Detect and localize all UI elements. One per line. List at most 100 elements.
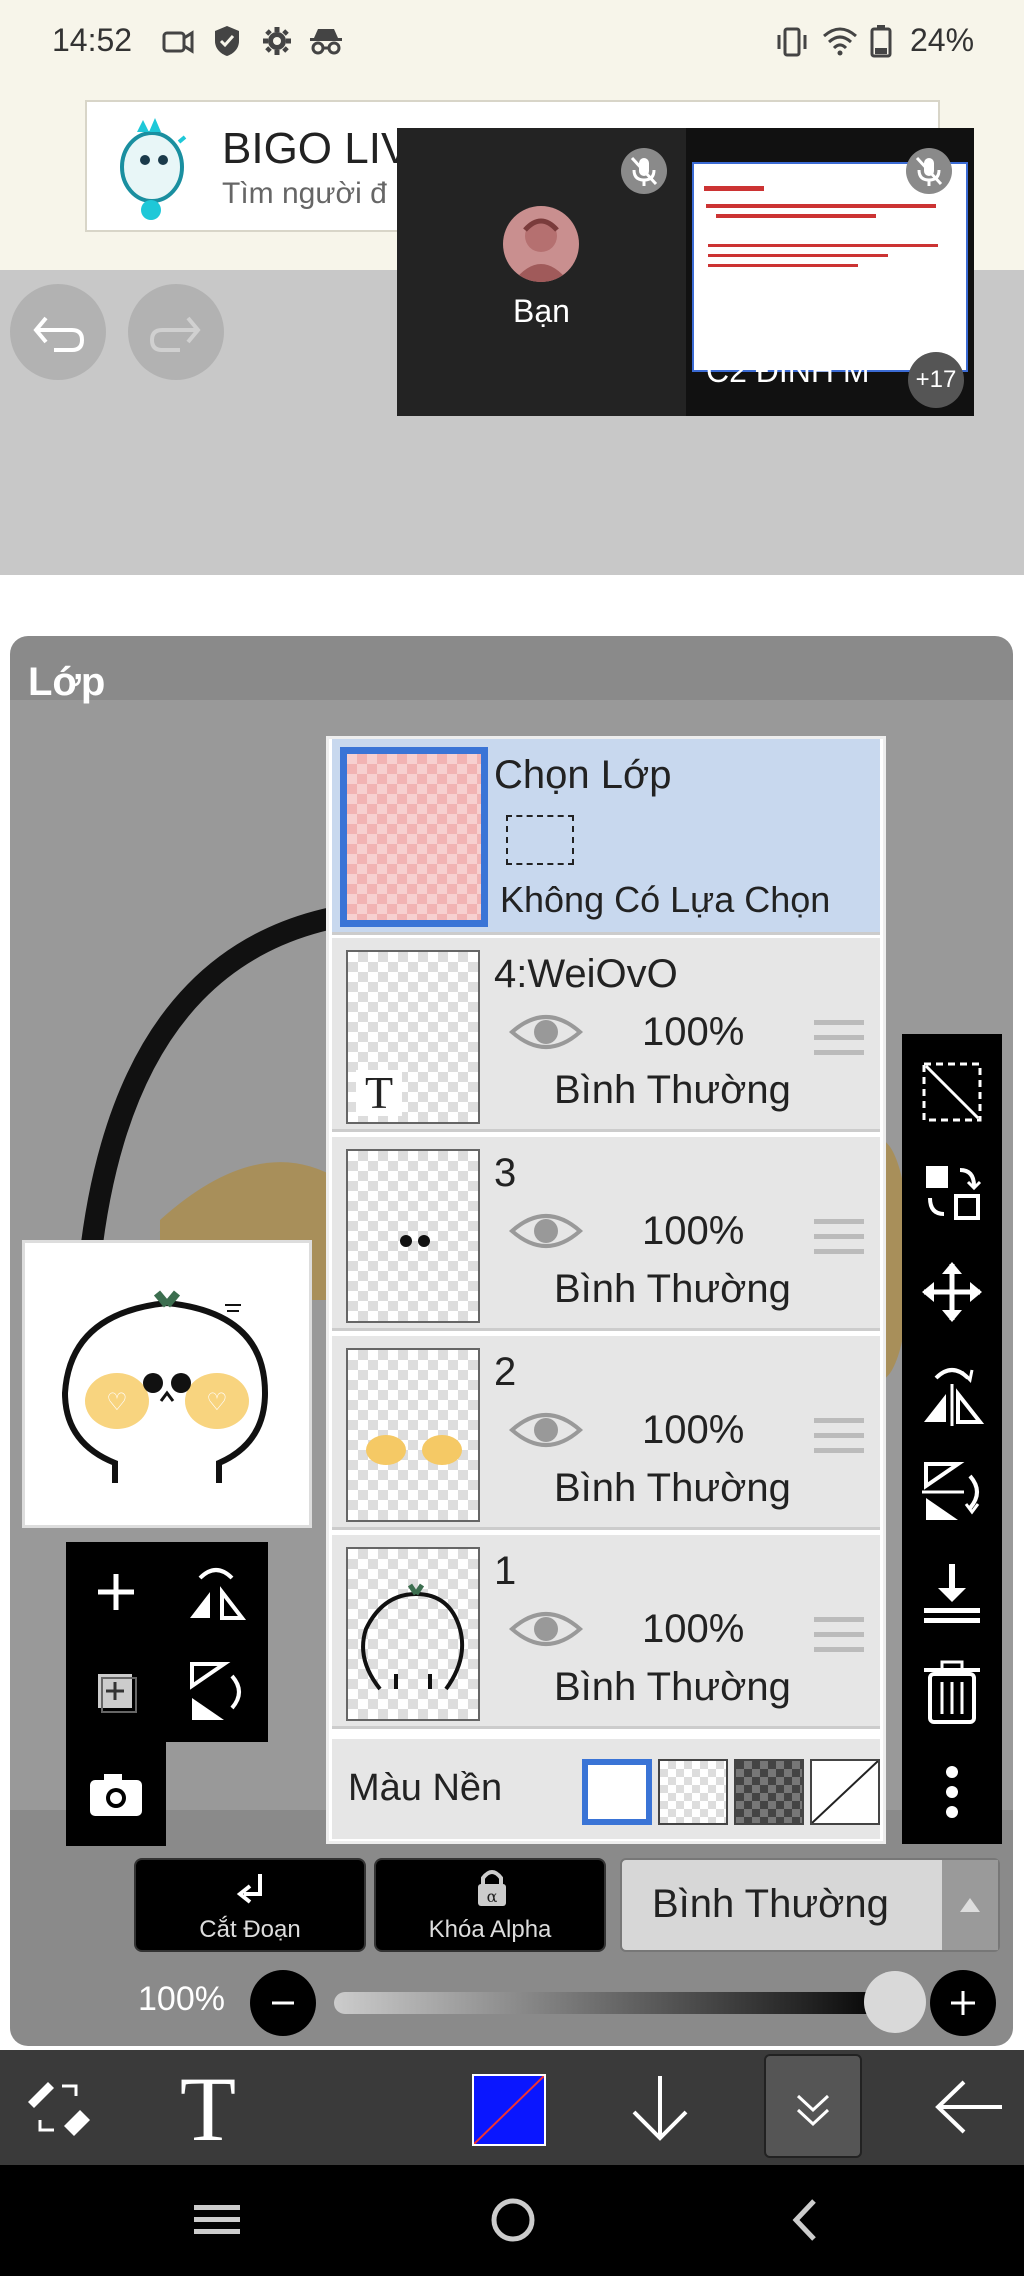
layer-row[interactable]: 1 100% Bình Thường: [332, 1535, 880, 1729]
battery-icon: [870, 24, 892, 58]
brush-eraser-button[interactable]: [14, 2062, 104, 2152]
video-call-overlay[interactable]: Bạn C2 ĐINH M +17: [397, 128, 974, 416]
merge-down-button[interactable]: [902, 1544, 1002, 1640]
muted-mic-icon: [621, 148, 667, 194]
text-layer-icon: T: [356, 1070, 402, 1116]
clear-selection-icon: [922, 1062, 982, 1122]
panel-title: Lớp: [28, 660, 106, 704]
minus-icon: [272, 2001, 294, 2005]
drag-handle-icon[interactable]: [814, 1615, 864, 1655]
more-options-button[interactable]: [902, 1744, 1002, 1840]
canvas-preview: ♡ ♡: [22, 1240, 312, 1528]
layer-name: 1: [494, 1549, 517, 1593]
selection-marquee-icon: [506, 815, 574, 865]
bg-white-swatch[interactable]: [582, 1759, 652, 1825]
right-toolbar: [902, 1034, 1002, 1844]
recent-apps-button[interactable]: [190, 2195, 246, 2245]
clipping-button[interactable]: Cắt Đoạn: [134, 1858, 366, 1952]
flip-horizontal-button[interactable]: [902, 1344, 1002, 1440]
transform-button[interactable]: [902, 1144, 1002, 1240]
flip-vertical-button[interactable]: [902, 1444, 1002, 1540]
bg-dark-checker-swatch[interactable]: [734, 1759, 804, 1825]
select-none-button[interactable]: [902, 1044, 1002, 1140]
eye-icon[interactable]: [508, 1605, 584, 1653]
eye-icon[interactable]: [508, 1008, 584, 1056]
svg-text:♡: ♡: [206, 1388, 228, 1416]
muted-mic-icon: [906, 148, 952, 194]
layer-row[interactable]: T 4:WeiOvO 100% Bình Thường: [332, 938, 880, 1132]
rotate-flip-h-button[interactable]: [166, 1542, 266, 1642]
move-button[interactable]: [902, 1244, 1002, 1340]
redo-button[interactable]: [128, 284, 224, 380]
opacity-value: 100%: [138, 1980, 225, 2018]
layer-thumbnail: T: [346, 950, 480, 1124]
layer-menu-collapse-button[interactable]: [764, 2054, 862, 2158]
status-time: 14:52: [52, 22, 133, 58]
layer-opacity: 100%: [642, 1408, 745, 1452]
selection-layer-row[interactable]: Chọn Lớp Không Có Lựa Chọn: [332, 739, 880, 935]
opacity-slider-track[interactable]: [334, 1992, 894, 2014]
duplicate-layer-button[interactable]: [66, 1642, 166, 1742]
layer-list[interactable]: Chọn Lớp Không Có Lựa Chọn T 4:WeiOvO 10…: [326, 736, 886, 1844]
brush-eraser-icon: [28, 2082, 90, 2136]
menu-icon: [194, 2205, 240, 2234]
avatar: [503, 206, 579, 282]
svg-text:T: T: [180, 2060, 236, 2154]
current-color-swatch[interactable]: [472, 2074, 546, 2146]
layer-opacity: 100%: [642, 1607, 745, 1651]
blend-mode-select[interactable]: Bình Thường: [620, 1858, 1000, 1952]
opacity-increase-button[interactable]: [930, 1970, 996, 2036]
add-layer-button[interactable]: [66, 1542, 166, 1642]
merge-down-icon: [924, 1564, 980, 1623]
layer-name: 2: [494, 1350, 517, 1394]
video-icon: [162, 28, 194, 56]
arrow-left-icon: [935, 2080, 1002, 2134]
back-arrow-button[interactable]: [924, 2062, 1014, 2152]
eye-icon[interactable]: [508, 1207, 584, 1255]
ad-title: BIGO LIV: [222, 124, 411, 173]
layer-name: 3: [494, 1151, 517, 1195]
layer-row[interactable]: 2 100% Bình Thường: [332, 1336, 880, 1530]
clipping-label: Cắt Đoạn: [199, 1916, 301, 1943]
eye-icon[interactable]: [508, 1406, 584, 1454]
home-button[interactable]: [486, 2193, 540, 2247]
more-participants-badge[interactable]: +17: [908, 352, 964, 408]
chevron-up-icon[interactable]: [942, 1860, 998, 1950]
bg-transparent-swatch[interactable]: [658, 1759, 728, 1825]
clipping-arrow-icon: [236, 1874, 262, 1904]
text-tool-button[interactable]: T: [168, 2060, 248, 2154]
ad-subtitle: Tìm người đ: [222, 177, 387, 210]
rotate-flip-v-button[interactable]: [166, 1642, 266, 1742]
drag-handle-icon[interactable]: [814, 1018, 864, 1058]
layer-blend-mode: Bình Thường: [554, 1068, 791, 1112]
layer-blend-mode: Bình Thường: [554, 1267, 791, 1311]
flip-vertical-icon: [190, 1662, 241, 1720]
svg-text:♡: ♡: [106, 1388, 128, 1416]
camera-icon: [90, 1774, 142, 1816]
flip-vertical-icon: [922, 1462, 980, 1520]
plus-icon: [951, 1991, 975, 2015]
shared-participant-name: C2 ĐINH M: [706, 353, 870, 389]
layer-thumbnail: [346, 1348, 480, 1522]
self-tile-label: Bạn: [513, 293, 570, 329]
drag-handle-icon[interactable]: [814, 1217, 864, 1257]
undo-icon: [33, 316, 85, 352]
system-back-button[interactable]: [782, 2193, 828, 2247]
status-bar: 14:52 24%: [0, 0, 1024, 90]
opacity-slider-thumb[interactable]: [864, 1971, 926, 2033]
vibrate-icon: [775, 26, 809, 58]
opacity-decrease-button[interactable]: [250, 1970, 316, 2036]
shared-screen-tile[interactable]: C2 ĐINH M +17: [686, 128, 974, 416]
add-copy-icon: [98, 1674, 137, 1713]
camera-button[interactable]: [66, 1742, 166, 1846]
move-layer-down-button[interactable]: [620, 2062, 700, 2152]
lock-icon: α: [478, 1870, 506, 1906]
delete-layer-button[interactable]: [902, 1644, 1002, 1740]
alpha-lock-button[interactable]: α Khóa Alpha: [374, 1858, 606, 1952]
layer-row[interactable]: 3 100% Bình Thường: [332, 1137, 880, 1331]
drag-handle-icon[interactable]: [814, 1416, 864, 1456]
home-circle-icon: [491, 2198, 535, 2242]
bg-none-swatch[interactable]: [810, 1759, 880, 1825]
undo-button[interactable]: [10, 284, 106, 380]
trash-icon: [924, 1660, 980, 1724]
